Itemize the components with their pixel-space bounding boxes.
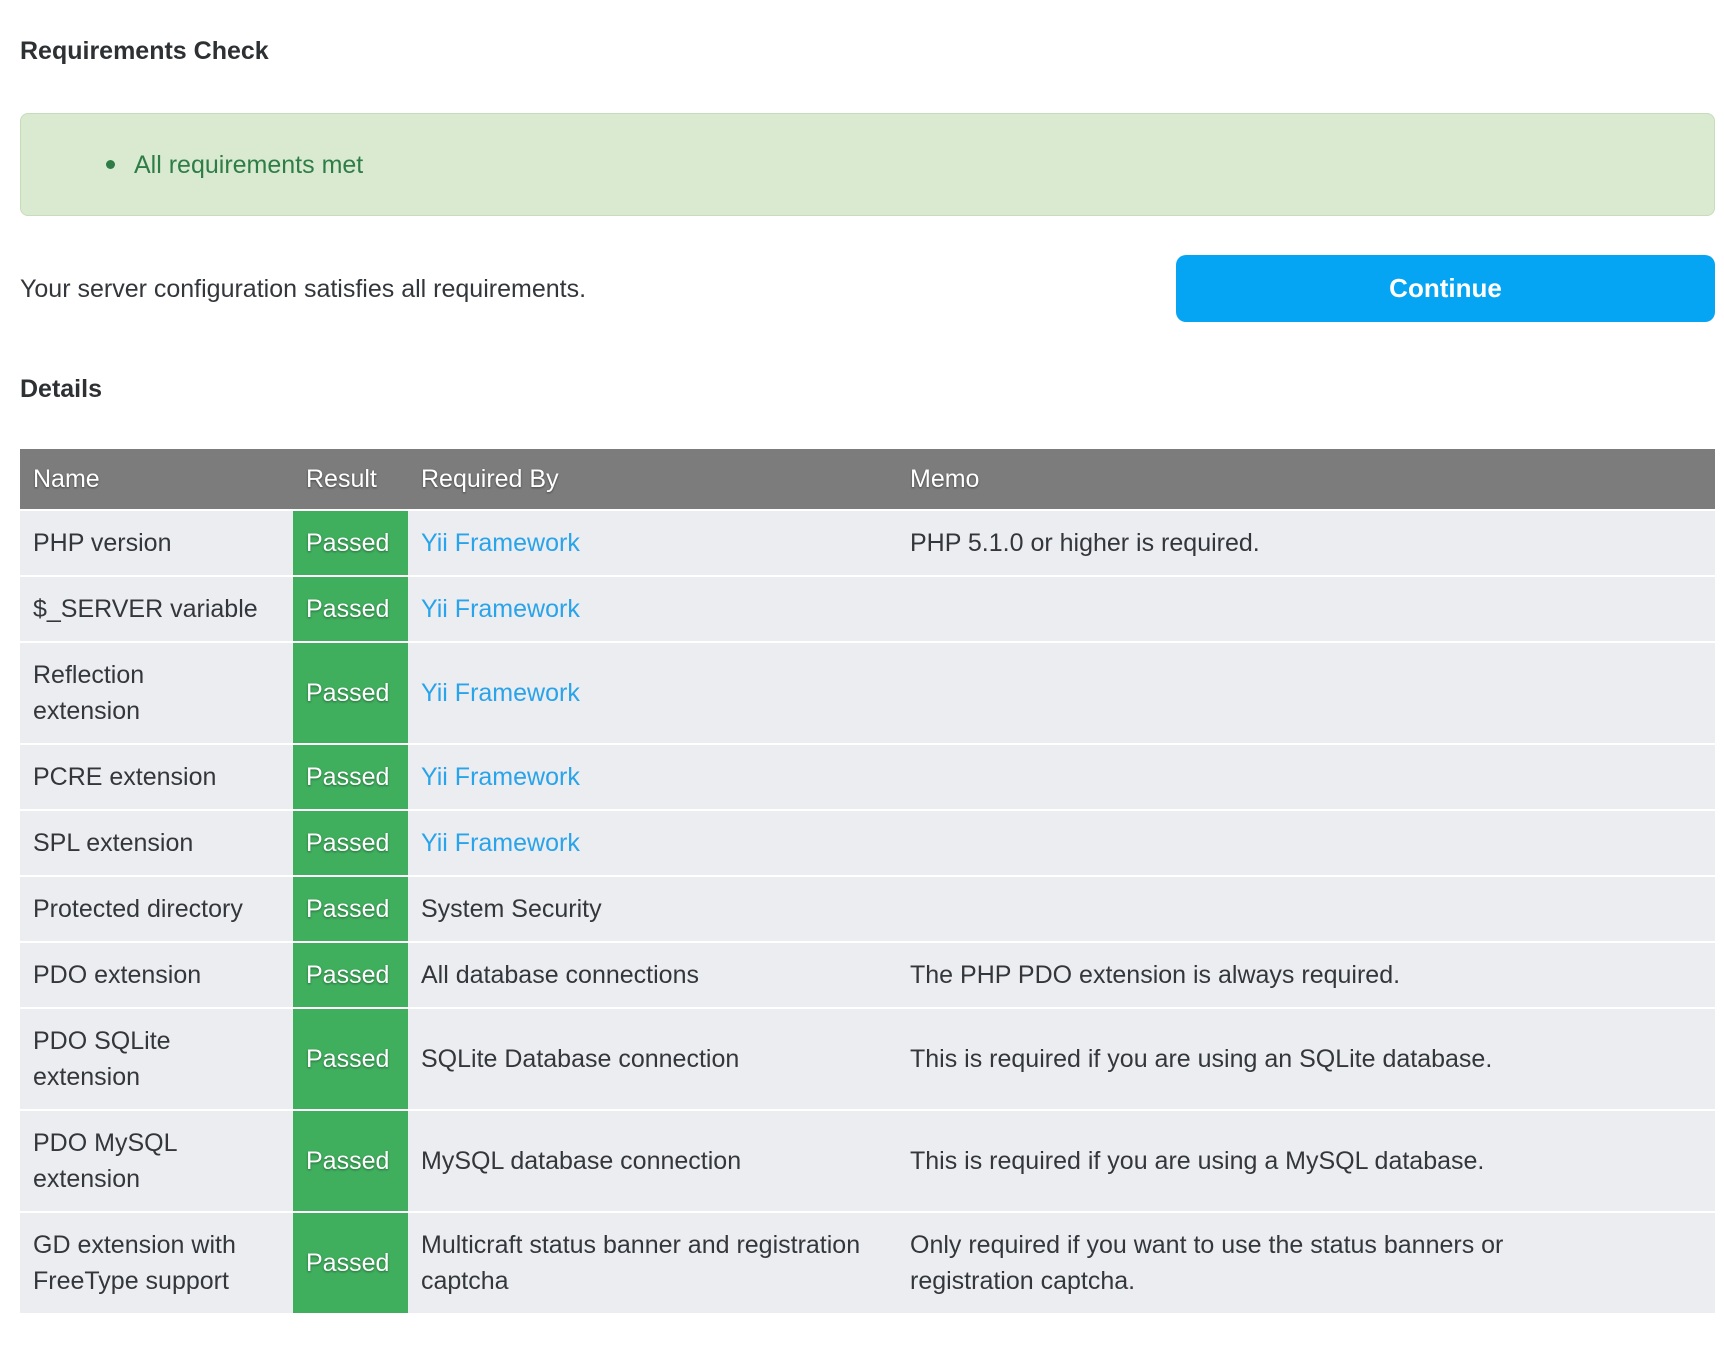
table-row: $_SERVER variable Passed Yii Framework (20, 577, 1715, 641)
memo: This is required if you are using a MySQ… (897, 1111, 1715, 1211)
requirements-table: Name Result Required By Memo PHP version… (20, 447, 1715, 1315)
column-header-memo: Memo (897, 449, 1715, 509)
result-badge: Passed (293, 877, 408, 941)
requirement-name: PCRE extension (20, 745, 293, 809)
requirements-table-body: PHP version Passed Yii Framework PHP 5.1… (20, 511, 1715, 1313)
memo: PHP 5.1.0 or higher is required. (897, 511, 1715, 575)
requirement-name: $_SERVER variable (20, 577, 293, 641)
requirement-name: PDO SQLite extension (20, 1009, 293, 1109)
requirement-name: GD extension with FreeType support (20, 1213, 293, 1313)
table-row: PDO MySQL extension Passed MySQL databas… (20, 1111, 1715, 1211)
required-by[interactable]: Yii Framework (421, 763, 580, 791)
memo: Only required if you want to use the sta… (897, 1213, 1715, 1313)
alert-message: All requirements met (134, 150, 363, 180)
required-by[interactable]: Yii Framework (421, 595, 580, 623)
page-title: Requirements Check (20, 36, 1715, 66)
table-row: PCRE extension Passed Yii Framework (20, 745, 1715, 809)
bullet-icon (106, 160, 115, 169)
table-row: GD extension with FreeType support Passe… (20, 1213, 1715, 1313)
memo (897, 811, 1715, 875)
result-badge: Passed (293, 577, 408, 641)
required-by[interactable]: Yii Framework (421, 529, 580, 557)
table-row: PDO SQLite extension Passed SQLite Datab… (20, 1009, 1715, 1109)
column-header-name: Name (20, 449, 293, 509)
result-badge: Passed (293, 1009, 408, 1109)
required-by: Multicraft status banner and registratio… (421, 1231, 860, 1295)
continue-button[interactable]: Continue (1176, 255, 1715, 322)
memo (897, 877, 1715, 941)
requirement-name: SPL extension (20, 811, 293, 875)
memo (897, 643, 1715, 743)
details-heading: Details (20, 374, 1715, 404)
required-by: System Security (421, 895, 602, 923)
requirement-name: PDO extension (20, 943, 293, 1007)
required-by: SQLite Database connection (421, 1045, 739, 1073)
result-badge: Passed (293, 643, 408, 743)
requirements-check-page: Requirements Check All requirements met … (0, 0, 1724, 1348)
required-by[interactable]: Yii Framework (421, 829, 580, 857)
table-row: Protected directory Passed System Securi… (20, 877, 1715, 941)
action-row: Your server configuration satisfies all … (20, 255, 1715, 322)
requirement-name: Reflection extension (20, 643, 293, 743)
memo (897, 745, 1715, 809)
requirement-name: Protected directory (20, 877, 293, 941)
table-row: PDO extension Passed All database connec… (20, 943, 1715, 1007)
requirement-name: PHP version (20, 511, 293, 575)
table-header-row: Name Result Required By Memo (20, 449, 1715, 509)
required-by[interactable]: Yii Framework (421, 679, 580, 707)
memo: The PHP PDO extension is always required… (897, 943, 1715, 1007)
result-badge: Passed (293, 511, 408, 575)
result-badge: Passed (293, 943, 408, 1007)
result-badge: Passed (293, 811, 408, 875)
table-row: Reflection extension Passed Yii Framewor… (20, 643, 1715, 743)
table-row: SPL extension Passed Yii Framework (20, 811, 1715, 875)
requirement-name: PDO MySQL extension (20, 1111, 293, 1211)
required-by: All database connections (421, 961, 699, 989)
table-row: PHP version Passed Yii Framework PHP 5.1… (20, 511, 1715, 575)
column-header-result: Result (293, 449, 408, 509)
intro-text: Your server configuration satisfies all … (20, 273, 586, 305)
result-badge: Passed (293, 1213, 408, 1313)
memo: This is required if you are using an SQL… (897, 1009, 1715, 1109)
column-header-required-by: Required By (408, 449, 897, 509)
success-alert: All requirements met (20, 113, 1715, 216)
memo (897, 577, 1715, 641)
result-badge: Passed (293, 1111, 408, 1211)
required-by: MySQL database connection (421, 1147, 741, 1175)
result-badge: Passed (293, 745, 408, 809)
